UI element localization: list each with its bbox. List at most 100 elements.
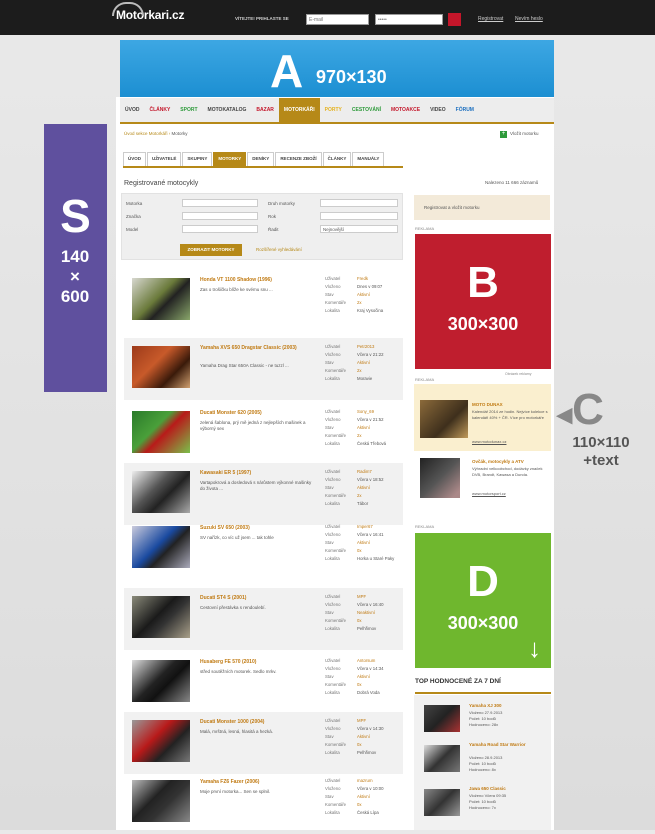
listing-row[interactable]: Husaberg FE 570 (2010) střed soutěžních m… xyxy=(124,652,403,714)
nav-video[interactable]: VIDEO xyxy=(425,98,451,122)
filter-znacka-select[interactable] xyxy=(182,212,258,220)
filter-label-radit: Řadit xyxy=(268,227,279,232)
meta-label: Vloženo xyxy=(325,666,341,671)
listing-row[interactable]: Honda VT 1100 Shadow (1996) Zas o trošičk… xyxy=(124,270,403,332)
nav-bazar[interactable]: BAZAR xyxy=(251,98,279,122)
ad-box-c[interactable]: MOTO DUNAX Kalendář 2014 ze hodin. Nejví… xyxy=(414,384,551,451)
show-motorcycles-button[interactable]: ZOBRAZIT MOTORKY xyxy=(180,244,242,256)
top-item-thumb[interactable] xyxy=(424,789,460,816)
listing-user[interactable]: Fredk xyxy=(357,275,383,283)
filter-model-select[interactable] xyxy=(182,225,258,233)
listing-title[interactable]: Yamaha FZ6 Fazer (2006) xyxy=(200,779,316,786)
banner-s[interactable]: S 140 × 600 xyxy=(44,124,107,392)
top-rated-title: TOP HODNOCENÉ ZA 7 DNÍ xyxy=(415,678,501,685)
subtab-uvod[interactable]: ÚVOD xyxy=(123,152,147,166)
listing-title[interactable]: Kawasaki ER 5 (1997) xyxy=(200,470,316,477)
filter-motorka-input[interactable] xyxy=(182,199,258,207)
nav-motorkari[interactable]: MOTORKÁŘI xyxy=(278,98,320,122)
password-field[interactable]: ••••• xyxy=(375,14,443,25)
left-arrow-icon: ◂C xyxy=(557,385,604,434)
listing-thumbnail[interactable] xyxy=(132,526,190,568)
banner-d[interactable]: D 300×300 ↓ xyxy=(415,533,551,668)
listing-user[interactable]: MPF xyxy=(357,717,384,725)
listing-user[interactable]: mazrum xyxy=(357,777,384,785)
meta-label: Lokalita xyxy=(325,810,340,815)
subtab-uzivatele[interactable]: UŽIVATELÉ xyxy=(147,152,182,166)
listing-row[interactable]: Suzuki SV 650 (2003) SV nařízk, co víc už… xyxy=(124,518,403,580)
top-item-thumb[interactable] xyxy=(424,705,460,732)
top-item-title[interactable]: Yamaha XJ 300 xyxy=(469,703,544,709)
listing-user[interactable]: Antorsum xyxy=(357,657,384,665)
listing-title[interactable]: Yamaha XVS 650 Dragstar Classic (2003) xyxy=(200,345,316,352)
nav-motokatalog[interactable]: MOTOKATALOG xyxy=(203,98,252,122)
top-item-title[interactable]: Jawa 650 Classic xyxy=(469,786,544,792)
nav-cestovani[interactable]: CESTOVÁNÍ xyxy=(347,98,386,122)
forgot-password-link[interactable]: Nevím heslo xyxy=(515,16,543,22)
listing-meta-labels: Uživatel Vloženo Stav Komentáře Lokalita xyxy=(325,777,346,817)
top-rated-list: Yamaha XJ 300 Vloženo 27.9.2013 Počet: 1… xyxy=(414,695,551,830)
register-link[interactable]: Registrovat xyxy=(478,16,503,22)
nav-sport[interactable]: SPORT xyxy=(175,98,202,122)
listing-comments: 0x xyxy=(357,802,362,807)
nav-clanky[interactable]: ČLÁNKY xyxy=(144,98,175,122)
meta-label: Lokalita xyxy=(325,690,340,695)
nav-uvod[interactable]: ÚVOD xyxy=(120,98,144,122)
ad-c2-link[interactable]: www.motorsport.cz xyxy=(472,491,550,497)
listing-thumbnail[interactable] xyxy=(132,411,190,453)
listing-thumbnail[interactable] xyxy=(132,596,190,638)
nav-porty[interactable]: PORTY xyxy=(320,98,347,122)
subtab-recenze[interactable]: RECENZE ZBOŽÍ xyxy=(275,152,322,166)
meta-label: Uživatel xyxy=(325,718,341,723)
listing-user[interactable]: Petr2013 xyxy=(357,343,384,351)
top-item-meta: Hodnoceno: 8x xyxy=(469,767,496,772)
listing-row[interactable]: Yamaha XVS 650 Dragstar Classic (2003) Ya… xyxy=(124,338,403,400)
filter-druh-select[interactable] xyxy=(320,199,398,207)
listing-thumbnail[interactable] xyxy=(132,278,190,320)
breadcrumb-link[interactable]: Úvod sekce Motorkáři xyxy=(124,131,168,136)
listing-thumbnail[interactable] xyxy=(132,471,190,513)
banner-a[interactable]: A 970×130 xyxy=(120,40,554,97)
listing-row[interactable]: Ducati Monster 1000 (2004) Malá, mrštná, … xyxy=(124,712,403,774)
listing-title[interactable]: Honda VT 1100 Shadow (1996) xyxy=(200,277,316,284)
listing-date: Včera v 14:30 xyxy=(357,726,384,731)
listing-title[interactable]: Suzuki SV 650 (2003) xyxy=(200,525,316,532)
subtab-clanky[interactable]: ČLÁNKY xyxy=(322,152,352,166)
listing-user[interactable]: MPF xyxy=(357,593,384,601)
top-item-title[interactable]: Yamaha Road Star Warrior xyxy=(469,742,544,748)
meta-label: Komentáře xyxy=(325,802,347,807)
nav-forum[interactable]: FÓRUM xyxy=(451,98,479,122)
site-logo[interactable]: Motorkari.cz xyxy=(112,2,184,22)
filter-rok-input[interactable] xyxy=(320,212,398,220)
add-motorcycle-button[interactable]: + Vložit motorku xyxy=(500,131,539,138)
listing-row[interactable]: Ducati Monster 620 (2005) zelená šablona,… xyxy=(124,403,403,465)
filter-sort-select[interactable]: Nejnovější xyxy=(320,225,398,233)
listing-thumbnail[interactable] xyxy=(132,780,190,822)
ad-c-link[interactable]: www.motodunax.cz xyxy=(472,439,550,445)
ad-box-c2[interactable]: Ovčák, motocykly a ATV Výhradní velkoobc… xyxy=(414,451,551,511)
listing-title[interactable]: Ducati Monster 620 (2005) xyxy=(200,410,316,417)
meta-label: Lokalita xyxy=(325,308,340,313)
listing-thumbnail[interactable] xyxy=(132,720,190,762)
subtab-motorky[interactable]: MOTORKY xyxy=(213,152,247,166)
listing-row[interactable]: Yamaha FZ6 Fazer (2006) Moje první motork… xyxy=(124,772,403,834)
listing-thumbnail[interactable] xyxy=(132,660,190,702)
advanced-search-link[interactable]: Rozšířené vyhledávání xyxy=(256,247,302,252)
login-button[interactable] xyxy=(448,13,461,26)
banner-b[interactable]: B 300×300 xyxy=(415,234,551,369)
listing-thumbnail[interactable] xyxy=(132,346,190,388)
listing-user[interactable]: Imper67 xyxy=(357,523,394,531)
listing-user[interactable]: Radim7 xyxy=(357,468,384,476)
listing-row[interactable]: Ducati ST4 S (2001) Cestovní přestávka s … xyxy=(124,588,403,650)
top-item-thumb[interactable] xyxy=(424,745,460,772)
listing-user[interactable]: Sony_69 xyxy=(357,408,386,416)
listing-row[interactable]: Kawasaki ER 5 (1997) Vartapokrová a dosle… xyxy=(124,463,403,525)
subtab-manualy[interactable]: MANUÁLY xyxy=(352,152,385,166)
listing-title[interactable]: Ducati Monster 1000 (2004) xyxy=(200,719,316,726)
subtab-skupiny[interactable]: SKUPINY xyxy=(182,152,213,166)
listing-title[interactable]: Ducati ST4 S (2001) xyxy=(200,595,316,602)
listing-title[interactable]: Husaberg FE 570 (2010) xyxy=(200,659,316,666)
register-motorcycle-box[interactable]: Registrovat a vložit motorku xyxy=(414,195,550,220)
subtab-deniky[interactable]: DENÍKY xyxy=(247,152,275,166)
email-field[interactable]: E-mail xyxy=(306,14,369,25)
nav-motoakce[interactable]: MOTOAKCE xyxy=(386,98,425,122)
